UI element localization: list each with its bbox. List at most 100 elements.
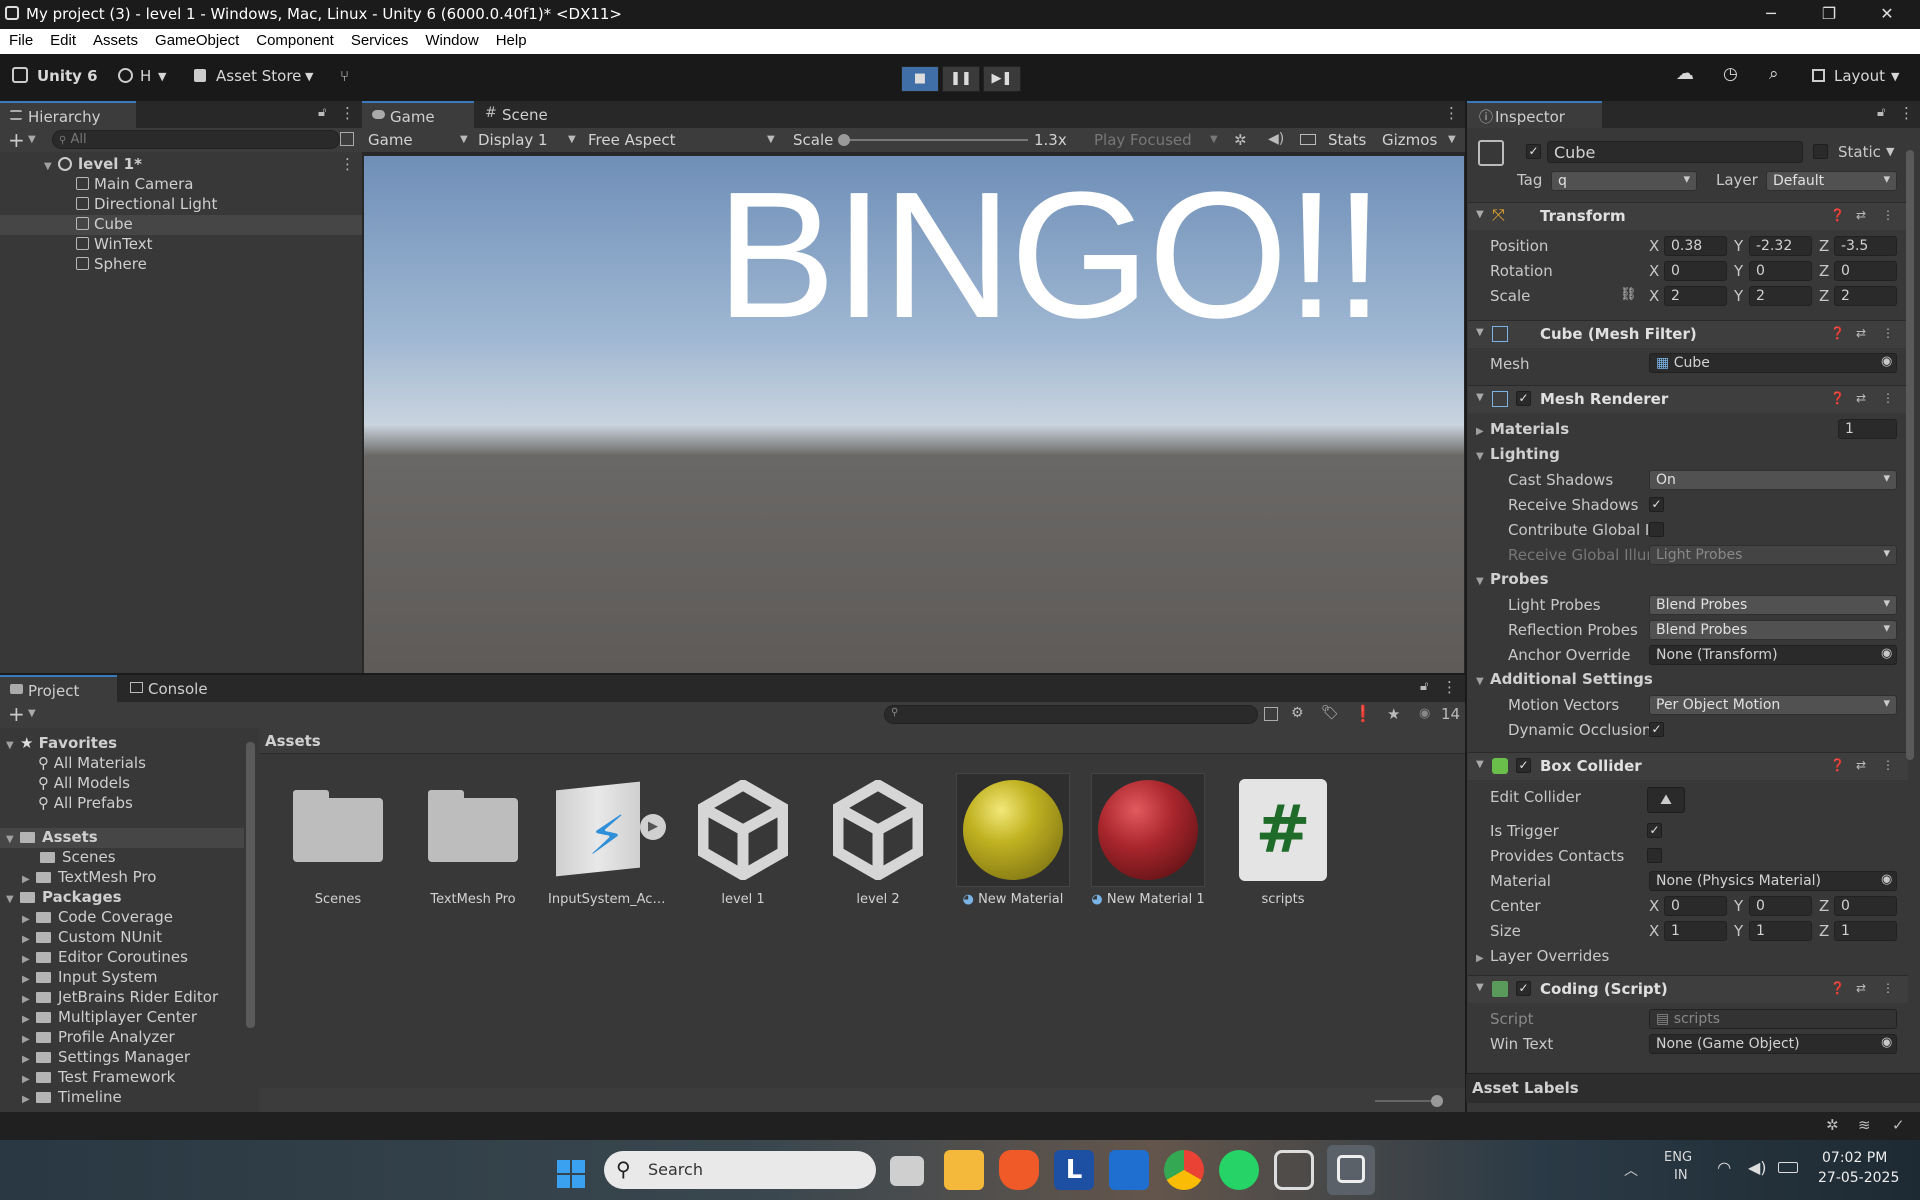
- clock-date[interactable]: 27-05-2025: [1818, 1170, 1899, 1186]
- provides-contacts-checkbox[interactable]: [1647, 848, 1662, 863]
- cloud-icon[interactable]: ☁: [1676, 63, 1694, 84]
- create-asset-button[interactable]: +: [8, 702, 25, 726]
- constrain-proportions-icon[interactable]: ⛓: [1620, 287, 1637, 302]
- package-item[interactable]: ▶ Profile Analyzer: [22, 1028, 175, 1048]
- breadcrumb-assets[interactable]: Assets: [265, 732, 321, 750]
- menu-component[interactable]: Component: [247, 29, 342, 49]
- package-item[interactable]: ▶ Timeline: [22, 1088, 122, 1108]
- file-explorer-icon[interactable]: [944, 1150, 984, 1190]
- layer-dropdown[interactable]: Default: [1766, 171, 1897, 191]
- active-checkbox[interactable]: ✓: [1526, 144, 1541, 159]
- mesh-filter-header[interactable]: ▼ Cube (Mesh Filter) ❓ ⇄ ⋮: [1468, 320, 1908, 348]
- inspector-lock-icon[interactable]: 🔓︎: [1877, 105, 1885, 120]
- hierarchy-item-sphere[interactable]: Sphere: [76, 255, 147, 275]
- position-z-field[interactable]: -3.5: [1834, 236, 1897, 256]
- game-viewport[interactable]: BINGO!!: [364, 156, 1464, 673]
- windows-start-icon[interactable]: [552, 1150, 592, 1190]
- package-item[interactable]: ▶ Code Coverage: [22, 908, 173, 928]
- help-icon[interactable]: ❓: [1830, 981, 1845, 995]
- stats-button[interactable]: Stats: [1328, 131, 1366, 149]
- task-view-icon[interactable]: [890, 1156, 924, 1186]
- lighting-foldout[interactable]: ▼ Lighting: [1476, 445, 1560, 463]
- static-checkbox[interactable]: [1813, 144, 1828, 159]
- component-menu-icon[interactable]: ⋮: [1882, 391, 1894, 405]
- display-mode-dropdown[interactable]: Game: [368, 131, 413, 149]
- mesh-field[interactable]: ▦ Cube: [1649, 353, 1897, 373]
- project-more-icon[interactable]: ⋮: [1442, 678, 1457, 696]
- size-x-field[interactable]: 1: [1664, 921, 1727, 941]
- language-label[interactable]: ENG: [1664, 1150, 1692, 1165]
- hierarchy-search-input[interactable]: ⚲ All: [52, 130, 340, 149]
- center-z-field[interactable]: 0: [1834, 896, 1897, 916]
- materials-foldout[interactable]: ▶ Materials: [1476, 420, 1569, 438]
- rotation-y-field[interactable]: 0: [1749, 261, 1812, 281]
- filter-type-icon[interactable]: ⚙: [1291, 705, 1304, 721]
- additional-settings-foldout[interactable]: ▼ Additional Settings: [1476, 670, 1653, 688]
- microsoft-store-icon[interactable]: [1109, 1150, 1149, 1190]
- collapse-icon[interactable]: ▼: [1476, 759, 1490, 770]
- package-item[interactable]: ▶ Multiplayer Center: [22, 1008, 197, 1028]
- script-enabled-checkbox[interactable]: ✓: [1516, 981, 1531, 996]
- keyboard-icon[interactable]: [1300, 134, 1316, 145]
- unity-version-button[interactable]: Unity 6: [37, 67, 98, 85]
- step-button[interactable]: ▶❚: [983, 66, 1021, 92]
- tree-scrollbar[interactable]: [246, 742, 255, 1028]
- favorites-section[interactable]: ▼ ★ Favorites: [6, 734, 117, 754]
- transform-header[interactable]: ▼ ⤧ Transform ❓ ⇄ ⋮: [1468, 202, 1908, 230]
- component-menu-icon[interactable]: ⋮: [1882, 208, 1894, 222]
- favorite-star-icon[interactable]: ★: [1387, 705, 1400, 723]
- menu-help[interactable]: Help: [487, 29, 535, 49]
- center-x-field[interactable]: 0: [1664, 896, 1727, 916]
- help-icon[interactable]: ❓: [1830, 758, 1845, 772]
- restore-button[interactable]: ❐: [1801, 0, 1857, 29]
- zoom-slider-handle[interactable]: [1431, 1095, 1443, 1107]
- tree-folder-textmesh-pro[interactable]: ▶ TextMesh Pro: [22, 868, 156, 888]
- layers-icon[interactable]: ≋: [1858, 1116, 1871, 1134]
- display-dropdown[interactable]: Display 1: [478, 131, 548, 149]
- battery-icon[interactable]: [1778, 1162, 1798, 1173]
- tag-dropdown[interactable]: q: [1551, 171, 1697, 191]
- audio-icon[interactable]: ◀︎): [1268, 131, 1284, 147]
- presets-icon[interactable]: ⇄: [1856, 758, 1866, 772]
- search-icon[interactable]: ⌕: [1769, 64, 1779, 84]
- favorite-all-materials[interactable]: ⚲ All Materials: [38, 754, 146, 774]
- tray-chevron-icon[interactable]: ︿: [1624, 1160, 1638, 1180]
- anchor-override-field[interactable]: None (Transform): [1649, 645, 1897, 665]
- help-icon[interactable]: ❓: [1830, 208, 1845, 222]
- package-item[interactable]: ▶ JetBrains Rider Editor: [22, 988, 218, 1008]
- box-collider-enabled-checkbox[interactable]: ✓: [1516, 758, 1531, 773]
- win-text-field[interactable]: None (Game Object): [1649, 1034, 1897, 1054]
- whatsapp-icon[interactable]: [1219, 1150, 1259, 1190]
- object-picker-icon[interactable]: ◉: [1881, 1035, 1892, 1050]
- component-menu-icon[interactable]: ⋮: [1882, 326, 1894, 340]
- asset-labels-bar[interactable]: Asset Labels: [1466, 1073, 1920, 1103]
- search-options-icon[interactable]: [340, 132, 354, 146]
- help-icon[interactable]: ❓: [1830, 391, 1845, 405]
- version-control-icon[interactable]: ⑂: [340, 67, 349, 85]
- static-dropdown-icon[interactable]: ▼: [1886, 145, 1894, 158]
- hierarchy-item-wintext[interactable]: WinText: [76, 235, 153, 255]
- position-x-field[interactable]: 0.38: [1664, 236, 1727, 256]
- play-focused-dropdown[interactable]: Play Focused: [1094, 131, 1192, 149]
- lock-icon[interactable]: 🔓︎: [318, 105, 326, 120]
- probes-foldout[interactable]: ▼ Probes: [1476, 570, 1549, 588]
- gizmos-button[interactable]: Gizmos: [1382, 131, 1437, 149]
- play-stop-button[interactable]: ■: [901, 66, 939, 92]
- close-button[interactable]: ✕: [1859, 0, 1915, 29]
- check-icon[interactable]: ✓: [1892, 1116, 1905, 1134]
- inspector-scrollbar[interactable]: [1906, 150, 1914, 760]
- rotation-z-field[interactable]: 0: [1834, 261, 1897, 281]
- rotation-x-field[interactable]: 0: [1664, 261, 1727, 281]
- scene-more-icon[interactable]: ⋮: [340, 155, 355, 173]
- pause-button[interactable]: ❚❚: [942, 66, 980, 92]
- reflection-probes-dropdown[interactable]: Blend Probes: [1649, 620, 1897, 640]
- menu-edit[interactable]: Edit: [41, 29, 84, 49]
- assets-section[interactable]: ▼ Assets: [0, 828, 244, 848]
- mesh-renderer-enabled-checkbox[interactable]: ✓: [1516, 391, 1531, 406]
- game-more-icon[interactable]: ⋮: [1444, 104, 1459, 122]
- hierarchy-item-cube[interactable]: Cube: [0, 215, 362, 235]
- center-y-field[interactable]: 0: [1749, 896, 1812, 916]
- zoom-slider-track[interactable]: [1375, 1100, 1435, 1102]
- taskbar-search-box[interactable]: ⚲ Search: [604, 1151, 876, 1189]
- menu-services[interactable]: Services: [342, 29, 417, 49]
